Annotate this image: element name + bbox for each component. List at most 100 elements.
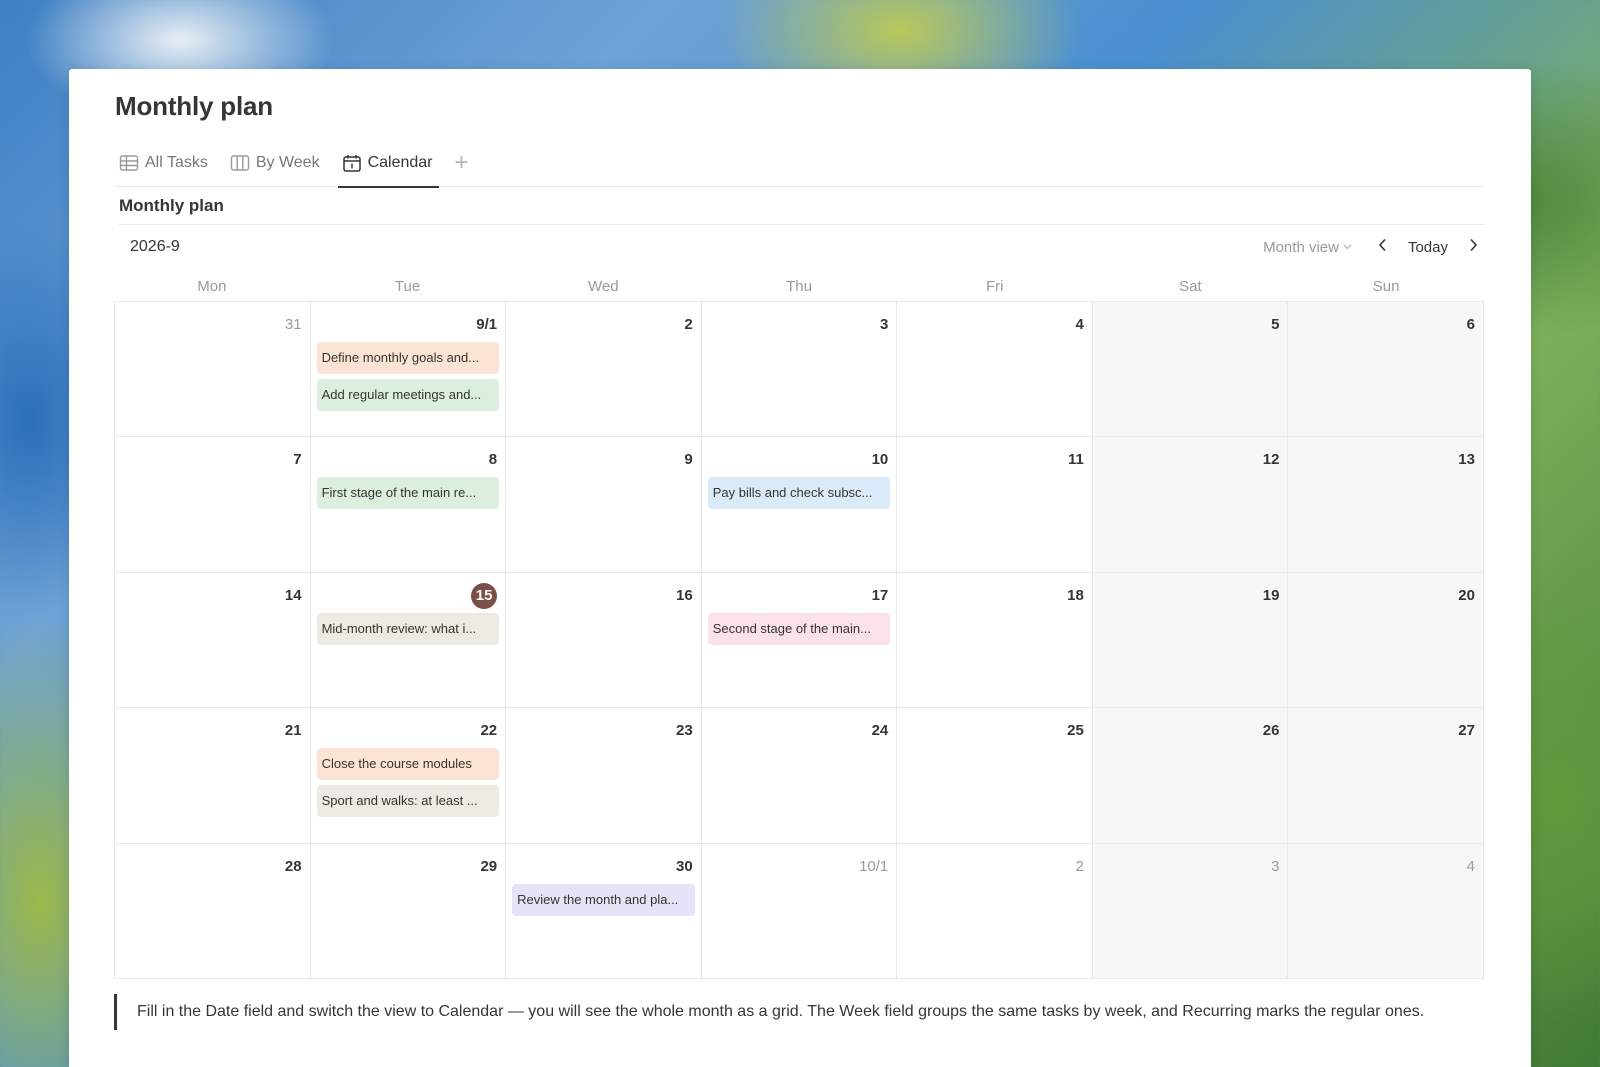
calendar-day-cell[interactable]: 9 bbox=[506, 437, 702, 573]
day-number: 24 bbox=[871, 722, 889, 740]
calendar-day-cell[interactable]: 23 bbox=[506, 708, 702, 844]
day-number: 13 bbox=[1458, 451, 1475, 469]
day-number: 9/1 bbox=[476, 316, 498, 333]
calendar-day-cell[interactable]: 11 bbox=[897, 437, 1093, 573]
day-events: Review the month and pla... bbox=[512, 883, 695, 916]
calendar-event[interactable]: Mid-month review: what i... bbox=[316, 612, 500, 645]
tab-all-tasks[interactable]: All Tasks bbox=[115, 145, 214, 187]
day-number: 25 bbox=[1067, 722, 1084, 740]
next-month-button[interactable] bbox=[1462, 236, 1484, 258]
day-number: 19 bbox=[1262, 586, 1280, 604]
calendar-day-cell[interactable]: 18 bbox=[897, 572, 1093, 709]
calendar-day-cell[interactable]: 3 bbox=[701, 302, 898, 438]
day-number: 5 bbox=[1271, 316, 1280, 333]
calendar-day-cell[interactable]: 8 First stage of the main re... bbox=[310, 437, 507, 573]
weekday-header: Mon Tue Wed Thu Fri Sat Sun bbox=[114, 269, 1484, 305]
view-tabs: All Tasks By Week Calendar + bbox=[115, 145, 1484, 188]
chevron-left-icon bbox=[1378, 238, 1388, 256]
calendar-event[interactable]: Pay bills and check subsc... bbox=[707, 477, 891, 510]
calendar-day-cell[interactable]: 10/1 bbox=[701, 843, 898, 979]
day-number: 31 bbox=[284, 316, 302, 333]
calendar-day-cell[interactable]: 2 bbox=[506, 302, 702, 438]
chevron-down-icon bbox=[1343, 242, 1352, 252]
page-title: Monthly plan bbox=[115, 91, 273, 121]
calendar-day-cell[interactable]: 6 bbox=[1288, 302, 1484, 438]
day-number: 3 bbox=[1271, 857, 1280, 875]
calendar-day-cell[interactable]: 9/1 Define monthly goals and... Add regula… bbox=[310, 302, 507, 438]
day-number: 29 bbox=[480, 857, 498, 875]
calendar-event[interactable]: Second stage of the main... bbox=[707, 612, 891, 645]
calendar-day-cell[interactable]: 16 bbox=[506, 572, 702, 709]
calendar-event[interactable]: Define monthly goals and... bbox=[316, 342, 500, 374]
day-number: 3 bbox=[879, 316, 889, 333]
day-events: Mid-month review: what i... bbox=[316, 612, 500, 645]
calendar-event[interactable]: Review the month and pla... bbox=[512, 883, 695, 916]
calendar-day-cell[interactable]: 17 Second stage of the main... bbox=[701, 572, 898, 709]
tab-by-week[interactable]: By Week bbox=[226, 145, 326, 187]
callout-note: Fill in the Date field and switch the vi… bbox=[114, 994, 1444, 1030]
calendar-day-cell[interactable]: 7 bbox=[115, 437, 311, 573]
month-view-dropdown[interactable]: Month view bbox=[1263, 239, 1352, 256]
calendar-day-cell[interactable]: 26 bbox=[1092, 708, 1289, 844]
day-number: 12 bbox=[1262, 451, 1280, 469]
calendar-day-cell[interactable]: 4 bbox=[1288, 843, 1484, 979]
day-number: 23 bbox=[676, 722, 693, 740]
tab-label: By Week bbox=[255, 154, 320, 171]
calendar-day-cell[interactable]: 24 bbox=[701, 708, 898, 844]
calendar-day-cell[interactable]: 21 bbox=[115, 708, 311, 844]
calendar-day-cell[interactable]: 15 Mid-month review: what i... bbox=[310, 572, 507, 709]
calendar-day-cell[interactable]: 3 bbox=[1092, 843, 1289, 979]
chevron-right-icon bbox=[1468, 238, 1478, 256]
day-number: 14 bbox=[284, 586, 302, 604]
calendar-day-cell[interactable]: 25 bbox=[897, 708, 1093, 844]
day-events: Pay bills and check subsc... bbox=[707, 477, 891, 510]
calendar-controls: Month view Today bbox=[1263, 236, 1484, 258]
weekday-label: Sun bbox=[1372, 278, 1400, 295]
calendar-day-cell[interactable]: 5 bbox=[1092, 302, 1289, 438]
day-number: 26 bbox=[1262, 722, 1280, 740]
calendar-day-cell[interactable]: 22 Close the course modules Sport and walk… bbox=[310, 708, 507, 844]
calendar-day-cell[interactable]: 31 bbox=[115, 302, 311, 438]
calendar-event[interactable]: Add regular meetings and... bbox=[316, 379, 500, 411]
calendar-day-cell[interactable]: 29 bbox=[310, 843, 507, 979]
day-number: 6 bbox=[1466, 316, 1475, 333]
day-number: 30 bbox=[676, 857, 693, 875]
day-number: 10 bbox=[871, 451, 889, 469]
calendar-event[interactable]: Close the course modules bbox=[316, 748, 500, 781]
calendar-day-cell[interactable]: 10 Pay bills and check subsc... bbox=[701, 437, 898, 573]
calendar-grid: 31 9/1 Define monthly goals and... Add regu… bbox=[114, 301, 1484, 979]
calendar-day-cell[interactable]: 27 bbox=[1288, 708, 1484, 844]
previous-month-button[interactable] bbox=[1372, 236, 1394, 258]
day-number: 10/1 bbox=[859, 857, 889, 875]
calendar-day-cell[interactable]: 12 bbox=[1092, 437, 1289, 573]
tab-calendar[interactable]: Calendar bbox=[337, 145, 439, 188]
calendar-day-cell[interactable]: 13 bbox=[1288, 437, 1484, 573]
weekday-label: Thu bbox=[786, 278, 812, 295]
weekday-label: Mon bbox=[197, 278, 227, 295]
day-number: 16 bbox=[676, 586, 693, 604]
day-number: 27 bbox=[1458, 722, 1475, 740]
day-number: 28 bbox=[284, 857, 302, 875]
day-number: 2 bbox=[684, 316, 693, 333]
calendar-day-cell[interactable]: 30 Review the month and pla... bbox=[506, 843, 702, 979]
today-date-badge: 15 bbox=[471, 582, 498, 609]
calendar-day-cell[interactable]: 19 bbox=[1092, 572, 1289, 709]
day-number: 11 bbox=[1067, 451, 1084, 469]
day-number: 7 bbox=[293, 451, 302, 469]
page-panel: Monthly plan All Tasks By Week Calendar … bbox=[69, 69, 1531, 1067]
calendar-day-cell[interactable]: 14 bbox=[115, 572, 311, 709]
add-view-button[interactable]: + bbox=[455, 145, 469, 187]
day-number: 2 bbox=[1075, 857, 1084, 875]
day-events: First stage of the main re... bbox=[316, 477, 500, 510]
day-number: 18 bbox=[1067, 586, 1084, 604]
calendar-day-cell[interactable]: 28 bbox=[115, 843, 311, 979]
calendar-day-cell[interactable]: 20 bbox=[1288, 572, 1484, 709]
day-number: 9 bbox=[684, 451, 693, 469]
callout-text: Fill in the Date field and switch the vi… bbox=[137, 1003, 1425, 1020]
today-button[interactable]: Today bbox=[1404, 239, 1452, 256]
calendar-day-cell[interactable]: 2 bbox=[897, 843, 1093, 979]
calendar-event[interactable]: Sport and walks: at least ... bbox=[316, 785, 500, 818]
calendar-event[interactable]: First stage of the main re... bbox=[316, 477, 500, 510]
database-title[interactable]: Monthly plan bbox=[119, 187, 1484, 225]
calendar-day-cell[interactable]: 4 bbox=[897, 302, 1093, 438]
